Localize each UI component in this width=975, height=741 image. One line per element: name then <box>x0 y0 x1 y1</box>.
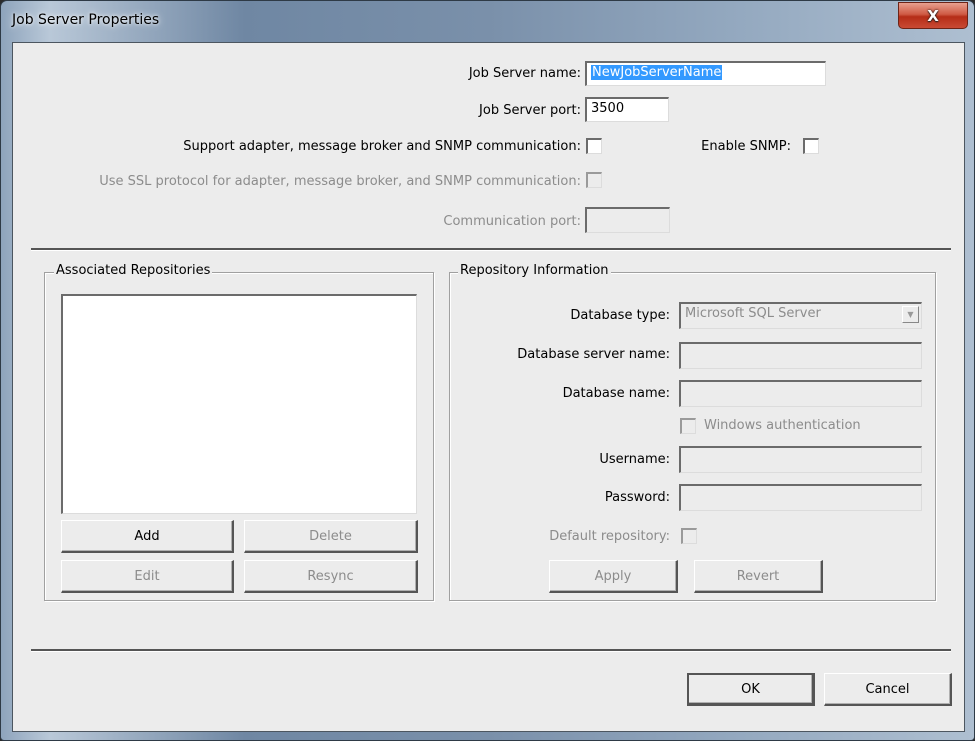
default-repository-checkbox[interactable] <box>681 528 697 544</box>
dialog-window: Job Server Properties X Job Server name:… <box>0 0 975 741</box>
cancel-button[interactable]: Cancel <box>824 673 952 706</box>
revert-button[interactable]: Revert <box>694 560 823 593</box>
password-label: Password: <box>604 490 670 505</box>
enable-snmp-checkbox[interactable] <box>803 138 819 154</box>
windows-authentication-label: Windows authentication <box>704 418 861 433</box>
job-server-port-input[interactable]: 3500 <box>585 97 669 122</box>
support-adapter-label: Support adapter, message broker and SNMP… <box>183 139 581 154</box>
communication-port-label: Communication port: <box>443 214 581 229</box>
communication-port-input[interactable] <box>585 207 670 233</box>
dialog-client-area: Job Server name: NewJobServerName Job Se… <box>12 42 965 732</box>
close-button[interactable]: X <box>898 2 968 29</box>
job-server-name-input[interactable]: NewJobServerName <box>585 61 826 86</box>
window-title: Job Server Properties <box>12 12 160 28</box>
password-input[interactable] <box>679 484 922 511</box>
bottom-separator <box>31 649 951 652</box>
repository-information-title: Repository Information <box>458 263 611 278</box>
database-server-name-label: Database server name: <box>517 347 670 362</box>
repositories-listbox[interactable] <box>61 294 417 514</box>
database-name-input[interactable] <box>679 380 922 407</box>
ssl-label: Use SSL protocol for adapter, message br… <box>99 174 581 189</box>
apply-button[interactable]: Apply <box>549 560 678 593</box>
support-adapter-checkbox[interactable] <box>586 138 602 154</box>
resync-button[interactable]: Resync <box>244 560 418 593</box>
close-icon: X <box>927 6 939 25</box>
ssl-checkbox[interactable] <box>586 172 602 188</box>
job-server-port-label: Job Server port: <box>479 103 581 118</box>
database-type-select[interactable]: Microsoft SQL Server ▼ <box>679 302 922 329</box>
add-button[interactable]: Add <box>61 520 234 553</box>
enable-snmp-label: Enable SNMP: <box>701 139 791 154</box>
ok-button[interactable]: OK <box>687 673 815 706</box>
delete-button[interactable]: Delete <box>244 520 418 553</box>
windows-authentication-checkbox[interactable] <box>680 418 696 434</box>
top-separator <box>31 248 951 251</box>
job-server-name-label: Job Server name: <box>468 66 581 81</box>
associated-repositories-title: Associated Repositories <box>54 263 213 278</box>
default-repository-label: Default repository: <box>549 529 670 544</box>
job-server-name-value: NewJobServerName <box>591 65 723 80</box>
database-type-label: Database type: <box>570 308 670 323</box>
database-type-value: Microsoft SQL Server <box>685 306 821 321</box>
database-server-name-input[interactable] <box>679 342 922 369</box>
username-input[interactable] <box>679 446 922 473</box>
username-label: Username: <box>599 452 670 467</box>
database-name-label: Database name: <box>562 386 670 401</box>
chevron-down-icon[interactable]: ▼ <box>902 306 919 323</box>
edit-button[interactable]: Edit <box>61 560 234 593</box>
